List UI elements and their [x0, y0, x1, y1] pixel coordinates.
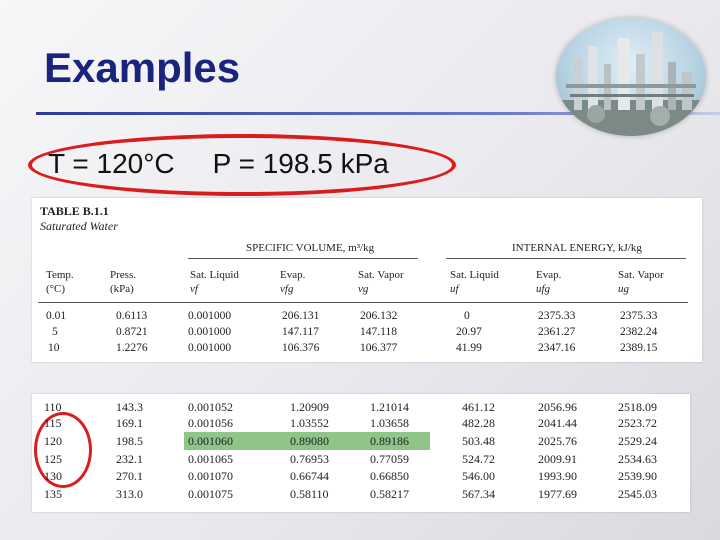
col-header: Sat. Vapor vg [358, 269, 404, 295]
col-header: Evap. ufg [536, 269, 562, 295]
table-row: 0.01 0.6113 0.001000 206.131 206.132 0 2… [46, 310, 658, 322]
table-row: 135 313.0 0.001075 0.58110 0.58217 567.3… [44, 487, 657, 501]
table-row: 130 270.1 0.001070 0.66744 0.66850 546.0… [44, 469, 657, 483]
col-header: Temp. (°C) [46, 269, 74, 295]
steam-table-top: TABLE B.1.1 Saturated Water SPECIFIC VOL… [32, 198, 702, 362]
steam-table-bottom: 110 143.3 0.001052 1.20909 1.21014 461.1… [32, 394, 690, 512]
group-internal-energy: INTERNAL ENERGY, kJ/kg [512, 242, 642, 254]
col-header: Evap. vfg [280, 269, 306, 295]
given-conditions: T = 120°C P = 198.5 kPa [48, 144, 389, 184]
col-header: Press. (kPa) [110, 269, 136, 295]
col-header: Sat. Liquid uf [450, 269, 499, 295]
table-subtitle: Saturated Water [40, 219, 118, 233]
group-specific-volume: SPECIFIC VOLUME, m³/kg [246, 242, 375, 254]
slide-title: Examples [44, 44, 241, 91]
header-rule [38, 302, 688, 303]
temperature-value: T = 120°C [48, 148, 175, 179]
table-name: TABLE B.1.1 [40, 204, 109, 218]
table-row: 115 169.1 0.001056 1.03552 1.03658 482.2… [44, 416, 657, 430]
col-header: Sat. Liquid vf [190, 269, 239, 295]
col-header: Sat. Vapor ug [618, 269, 664, 295]
pressure-value: P = 198.5 kPa [212, 148, 389, 179]
table-row: 110 143.3 0.001052 1.20909 1.21014 461.1… [44, 400, 657, 414]
group-line-volume [188, 258, 418, 259]
table-row: 125 232.1 0.001065 0.76953 0.77059 524.7… [44, 452, 657, 466]
table-row: 10 1.2276 0.001000 106.376 106.377 41.99… [48, 342, 658, 354]
group-line-energy [446, 258, 686, 259]
refinery-photo-icon [556, 18, 706, 136]
table-row-highlighted: 120 198.5 0.001060 0.89080 0.89186 503.4… [44, 434, 657, 448]
table-row: 5 0.8721 0.001000 147.117 147.118 20.97 … [52, 326, 658, 338]
